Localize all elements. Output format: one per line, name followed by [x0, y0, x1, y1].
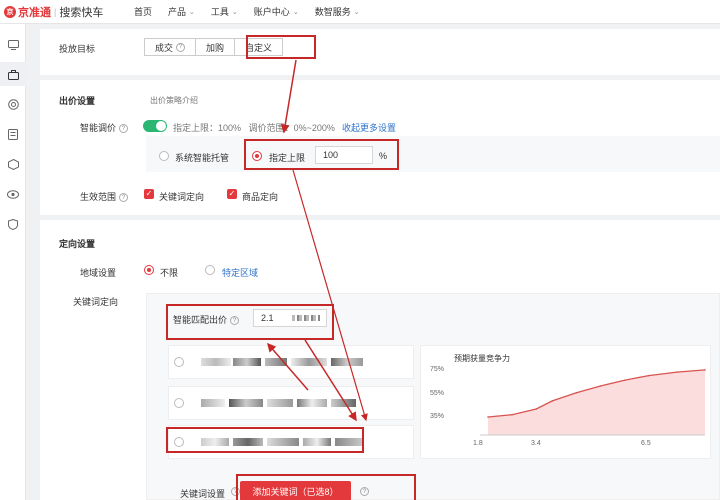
- monitor-icon[interactable]: [6, 38, 20, 52]
- chart-point: [511, 413, 513, 416]
- keyword-targeting-label: 关键词定向: [73, 297, 119, 307]
- nav-tools[interactable]: 工具 ⌄: [211, 5, 238, 18]
- region-all-label: 不限: [160, 268, 179, 278]
- chevron-down-icon: ⌄: [292, 8, 299, 16]
- y-tick-35: 35%: [430, 413, 445, 420]
- chart-point: [535, 408, 537, 410]
- briefcase-icon[interactable]: [6, 68, 20, 82]
- region-label: 地域设置: [80, 268, 117, 278]
- radio-system-managed[interactable]: [159, 151, 169, 161]
- target-icon[interactable]: [6, 97, 20, 111]
- targeting-section-title: 定向设置: [59, 239, 96, 249]
- radio-region-all[interactable]: [144, 265, 154, 275]
- goal-section: 投放目标 成交 ? 加购 自定义: [40, 29, 720, 75]
- radio-region-specific[interactable]: [205, 265, 215, 275]
- scope-keyword-label: 关键词定向: [159, 192, 205, 202]
- help-icon[interactable]: ?: [176, 42, 186, 52]
- goal-label: 投放目标: [59, 44, 96, 54]
- left-icon-rail: [0, 24, 26, 500]
- strategy-intro-link[interactable]: 出价策略介绍: [150, 95, 198, 106]
- eye-icon[interactable]: [6, 187, 20, 201]
- goal-option-deal[interactable]: 成交 ?: [144, 38, 197, 56]
- keyword-setting-label: 关键词设置: [180, 489, 226, 499]
- chart-point: [487, 416, 489, 418]
- chevron-down-icon: ⌄: [189, 8, 195, 16]
- logo[interactable]: 京 京准通 | 搜索快车: [4, 4, 122, 20]
- chevron-down-icon: ⌄: [231, 8, 238, 16]
- chart-point: [647, 374, 650, 377]
- product-name: 搜索快车: [59, 6, 104, 19]
- top-nav-bar: 京 京准通 | 搜索快车 首页 产品 ⌄ 工具 ⌄ 账户中心 ⌄ 数智服务 ⌄: [0, 0, 720, 24]
- chart-point: [676, 371, 678, 373]
- chart-point: [575, 392, 578, 394]
- annotation-box-keyword-row: [166, 427, 364, 453]
- nav-products[interactable]: 产品 ⌄: [168, 5, 195, 18]
- annotation-box-add-keyword: [236, 474, 416, 500]
- bid-section-title: 出价设置: [59, 96, 96, 106]
- keyword-row-2-radio[interactable]: [174, 398, 184, 408]
- collapse-more-settings-link[interactable]: 收起更多设置: [342, 121, 396, 134]
- keyword-row-1-radio[interactable]: [174, 357, 184, 367]
- nav-data-services[interactable]: 数智服务 ⌄: [315, 5, 360, 18]
- bid-options-panel: [146, 136, 720, 172]
- checkbox-product-targeting[interactable]: ✓: [227, 189, 237, 199]
- region-specific-label[interactable]: 特定区域: [222, 266, 258, 279]
- competitiveness-chart: [480, 369, 706, 436]
- targeting-section: 定向设置 地域设置 不限 特定区域 关键词定向 智能匹配出价? 2.1 预期获量…: [40, 220, 720, 500]
- main-nav: 首页 产品 ⌄ 工具 ⌄ 账户中心 ⌄ 数智服务 ⌄: [122, 5, 364, 18]
- annotation-box-cap: [244, 139, 399, 170]
- cube-icon[interactable]: [6, 157, 20, 171]
- smart-bid-toggle[interactable]: [143, 120, 167, 132]
- shield-icon[interactable]: [6, 217, 20, 231]
- keyword-row-2-blurred-text: [201, 399, 356, 407]
- nav-home[interactable]: 首页: [134, 5, 152, 18]
- chart-point: [599, 385, 602, 387]
- checkbox-keyword-targeting[interactable]: ✓: [144, 189, 154, 199]
- option-system-managed-label: 系统智能托管: [175, 153, 230, 163]
- goal-option-add-cart[interactable]: 加购: [196, 38, 236, 56]
- help-icon[interactable]: ?: [119, 124, 129, 134]
- logo-divider: |: [54, 6, 57, 17]
- y-tick-55: 55%: [430, 390, 445, 397]
- x-tick-3-4: 3.4: [531, 440, 541, 447]
- smart-bid-label: 智能调价?: [80, 121, 129, 134]
- scope-product-label: 商品定向: [242, 192, 279, 202]
- chevron-down-icon: ⌄: [353, 8, 360, 16]
- help-icon[interactable]: ?: [119, 193, 129, 203]
- nav-account-center[interactable]: 账户中心 ⌄: [254, 5, 299, 18]
- chart-point: [623, 379, 626, 381]
- ledger-icon[interactable]: [6, 127, 20, 141]
- brand-name: 京准通: [18, 6, 51, 19]
- keyword-row-1-blurred-text: [201, 358, 363, 366]
- chart-area-fill: [488, 369, 705, 435]
- x-tick-1-8: 1.8: [473, 440, 483, 447]
- scope-label: 生效范围?: [80, 190, 129, 203]
- chart-point: [551, 400, 554, 402]
- chart-point: [704, 369, 706, 371]
- annotation-box-smart-match: [166, 304, 334, 340]
- annotation-box-custom: [246, 35, 316, 59]
- y-tick-75: 75%: [430, 366, 445, 373]
- jd-logo-icon: 京: [4, 5, 16, 18]
- x-tick-6-5: 6.5: [641, 440, 651, 447]
- smart-bid-summary: 指定上限：100% 调价范围：0%~200%: [173, 123, 335, 133]
